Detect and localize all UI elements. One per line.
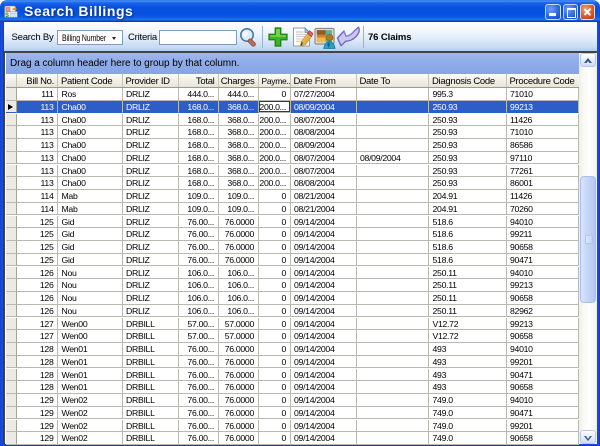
svg-text:$: $ xyxy=(5,12,9,18)
